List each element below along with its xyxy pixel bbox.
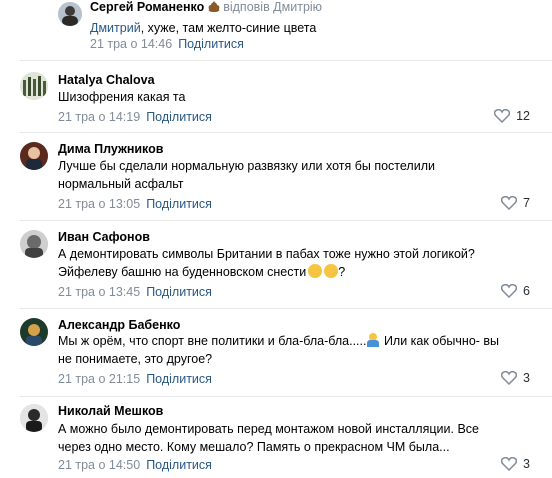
comment-author[interactable]: Hatalya Chalova xyxy=(58,73,155,87)
comment-meta: 21 тра о 13:45 Поділитися xyxy=(58,285,212,299)
comment-text: Мы ж орём, что спорт вне политики и бла-… xyxy=(58,332,538,368)
comment-text: Шизофрения какая та xyxy=(58,90,186,104)
comment-text: Лучше бы сделали нормальную развязку или… xyxy=(58,159,435,191)
reply-to-label[interactable]: відповів Дмитрію xyxy=(223,0,322,14)
comment-text: А можно было демонтировать перед монтажо… xyxy=(58,422,479,454)
share-link[interactable]: Поділитися xyxy=(146,458,212,472)
like-count: 7 xyxy=(523,196,530,210)
comment: Hatalya Chalova Шизофрения какая та 21 т… xyxy=(0,60,552,132)
avatar-image xyxy=(20,230,48,258)
avatar-image xyxy=(20,142,48,170)
share-link[interactable]: Поділитися xyxy=(146,372,212,386)
comment-text-line: не понимаете, это другое? xyxy=(58,352,213,366)
comment-time[interactable]: 21 тра о 13:05 xyxy=(58,197,140,211)
comment-author[interactable]: Дима Плужников xyxy=(58,142,163,156)
avatar[interactable] xyxy=(20,404,48,432)
like-count: 3 xyxy=(523,457,530,471)
comment-text-body: Мы ж орём, что спорт вне политики и бла-… xyxy=(58,334,367,348)
comment-text-line: Мы ж орём, что спорт вне политики и бла-… xyxy=(58,332,538,350)
share-link[interactable]: Поділитися xyxy=(146,197,212,211)
like-button[interactable]: 6 xyxy=(501,284,530,298)
like-count: 12 xyxy=(516,109,530,123)
comment-time[interactable]: 21 тра о 14:19 xyxy=(58,110,140,124)
heart-icon xyxy=(494,109,511,123)
comment-meta: 21 тра о 21:15 Поділитися xyxy=(58,372,212,386)
comment-text-body: , хуже, там желто-синие цвета xyxy=(140,21,317,35)
avatar-image xyxy=(20,404,48,432)
comment-reply: Сергей Романенко відповів Дмитрію Дмитри… xyxy=(0,0,552,56)
heart-icon xyxy=(501,284,518,298)
hushed-face-emoji-icon xyxy=(324,264,339,278)
like-button[interactable]: 3 xyxy=(501,371,530,385)
comment-author[interactable]: Александр Бабенко xyxy=(58,318,180,332)
comment-time[interactable]: 21 тра о 21:15 xyxy=(58,372,140,386)
like-button[interactable]: 3 xyxy=(501,457,530,471)
comment: Николай Мешков А можно было демонтироват… xyxy=(0,396,552,478)
comment: Александр Бабенко Мы ж орём, что спорт в… xyxy=(0,308,552,396)
poop-emoji-icon xyxy=(208,1,220,12)
comment-author[interactable]: Николай Мешков xyxy=(58,404,163,418)
heart-icon xyxy=(501,457,518,471)
comment-text-line: А демонтировать символы Британии в пабах… xyxy=(58,247,475,261)
avatar[interactable] xyxy=(20,72,48,100)
share-link[interactable]: Поділитися xyxy=(146,110,212,124)
comment-text-body: Эйфелеву башню на буденновском снести xyxy=(58,265,307,279)
comment-meta: 21 тра о 14:19 Поділитися xyxy=(58,110,212,124)
avatar-image xyxy=(20,72,48,100)
avatar[interactable] xyxy=(58,2,82,26)
like-button[interactable]: 12 xyxy=(494,109,530,123)
comment-text-suffix: ? xyxy=(338,265,346,279)
comment-text: Дмитрий, хуже, там желто-синие цвета xyxy=(90,19,552,37)
comment-time[interactable]: 21 тра о 14:50 xyxy=(58,458,140,472)
like-count: 6 xyxy=(523,284,530,298)
heart-icon xyxy=(501,196,518,210)
comment-text-body: Или как обычно- вы xyxy=(380,334,500,348)
upside-down-face-emoji-icon xyxy=(308,264,323,278)
mention-link[interactable]: Дмитрий xyxy=(90,21,141,35)
avatar-image xyxy=(58,2,82,26)
comment: Дима Плужников Лучше бы сделали нормальн… xyxy=(0,132,552,220)
author-name[interactable]: Сергей Романенко xyxy=(90,0,204,14)
comment-time[interactable]: 21 тра о 13:45 xyxy=(58,285,140,299)
avatar[interactable] xyxy=(20,230,48,258)
comment-meta: 21 тра о 14:50 Поділитися xyxy=(58,458,212,472)
avatar[interactable] xyxy=(20,142,48,170)
comment-meta: 21 тра о 13:05 Поділитися xyxy=(58,197,212,211)
share-link[interactable]: Поділитися xyxy=(178,37,244,51)
avatar-image xyxy=(20,318,48,346)
like-button[interactable]: 7 xyxy=(501,196,530,210)
comment-time[interactable]: 21 тра о 14:46 xyxy=(90,37,172,51)
share-link[interactable]: Поділитися xyxy=(146,285,212,299)
heart-icon xyxy=(501,371,518,385)
comment-author[interactable]: Иван Сафонов xyxy=(58,230,150,244)
comment-text-line: Эйфелеву башню на буденновском снести? xyxy=(58,263,538,281)
comment-text: А демонтировать символы Британии в пабах… xyxy=(58,245,538,281)
comment-meta: 21 тра о 14:46 Поділитися xyxy=(90,37,244,51)
person-gesturing-emoji-icon xyxy=(366,333,380,347)
comment-author[interactable]: Сергей Романенко відповів Дмитрію xyxy=(90,0,322,14)
comment: Иван Сафонов А демонтировать символы Бри… xyxy=(0,220,552,310)
like-count: 3 xyxy=(523,371,530,385)
avatar[interactable] xyxy=(20,318,48,346)
